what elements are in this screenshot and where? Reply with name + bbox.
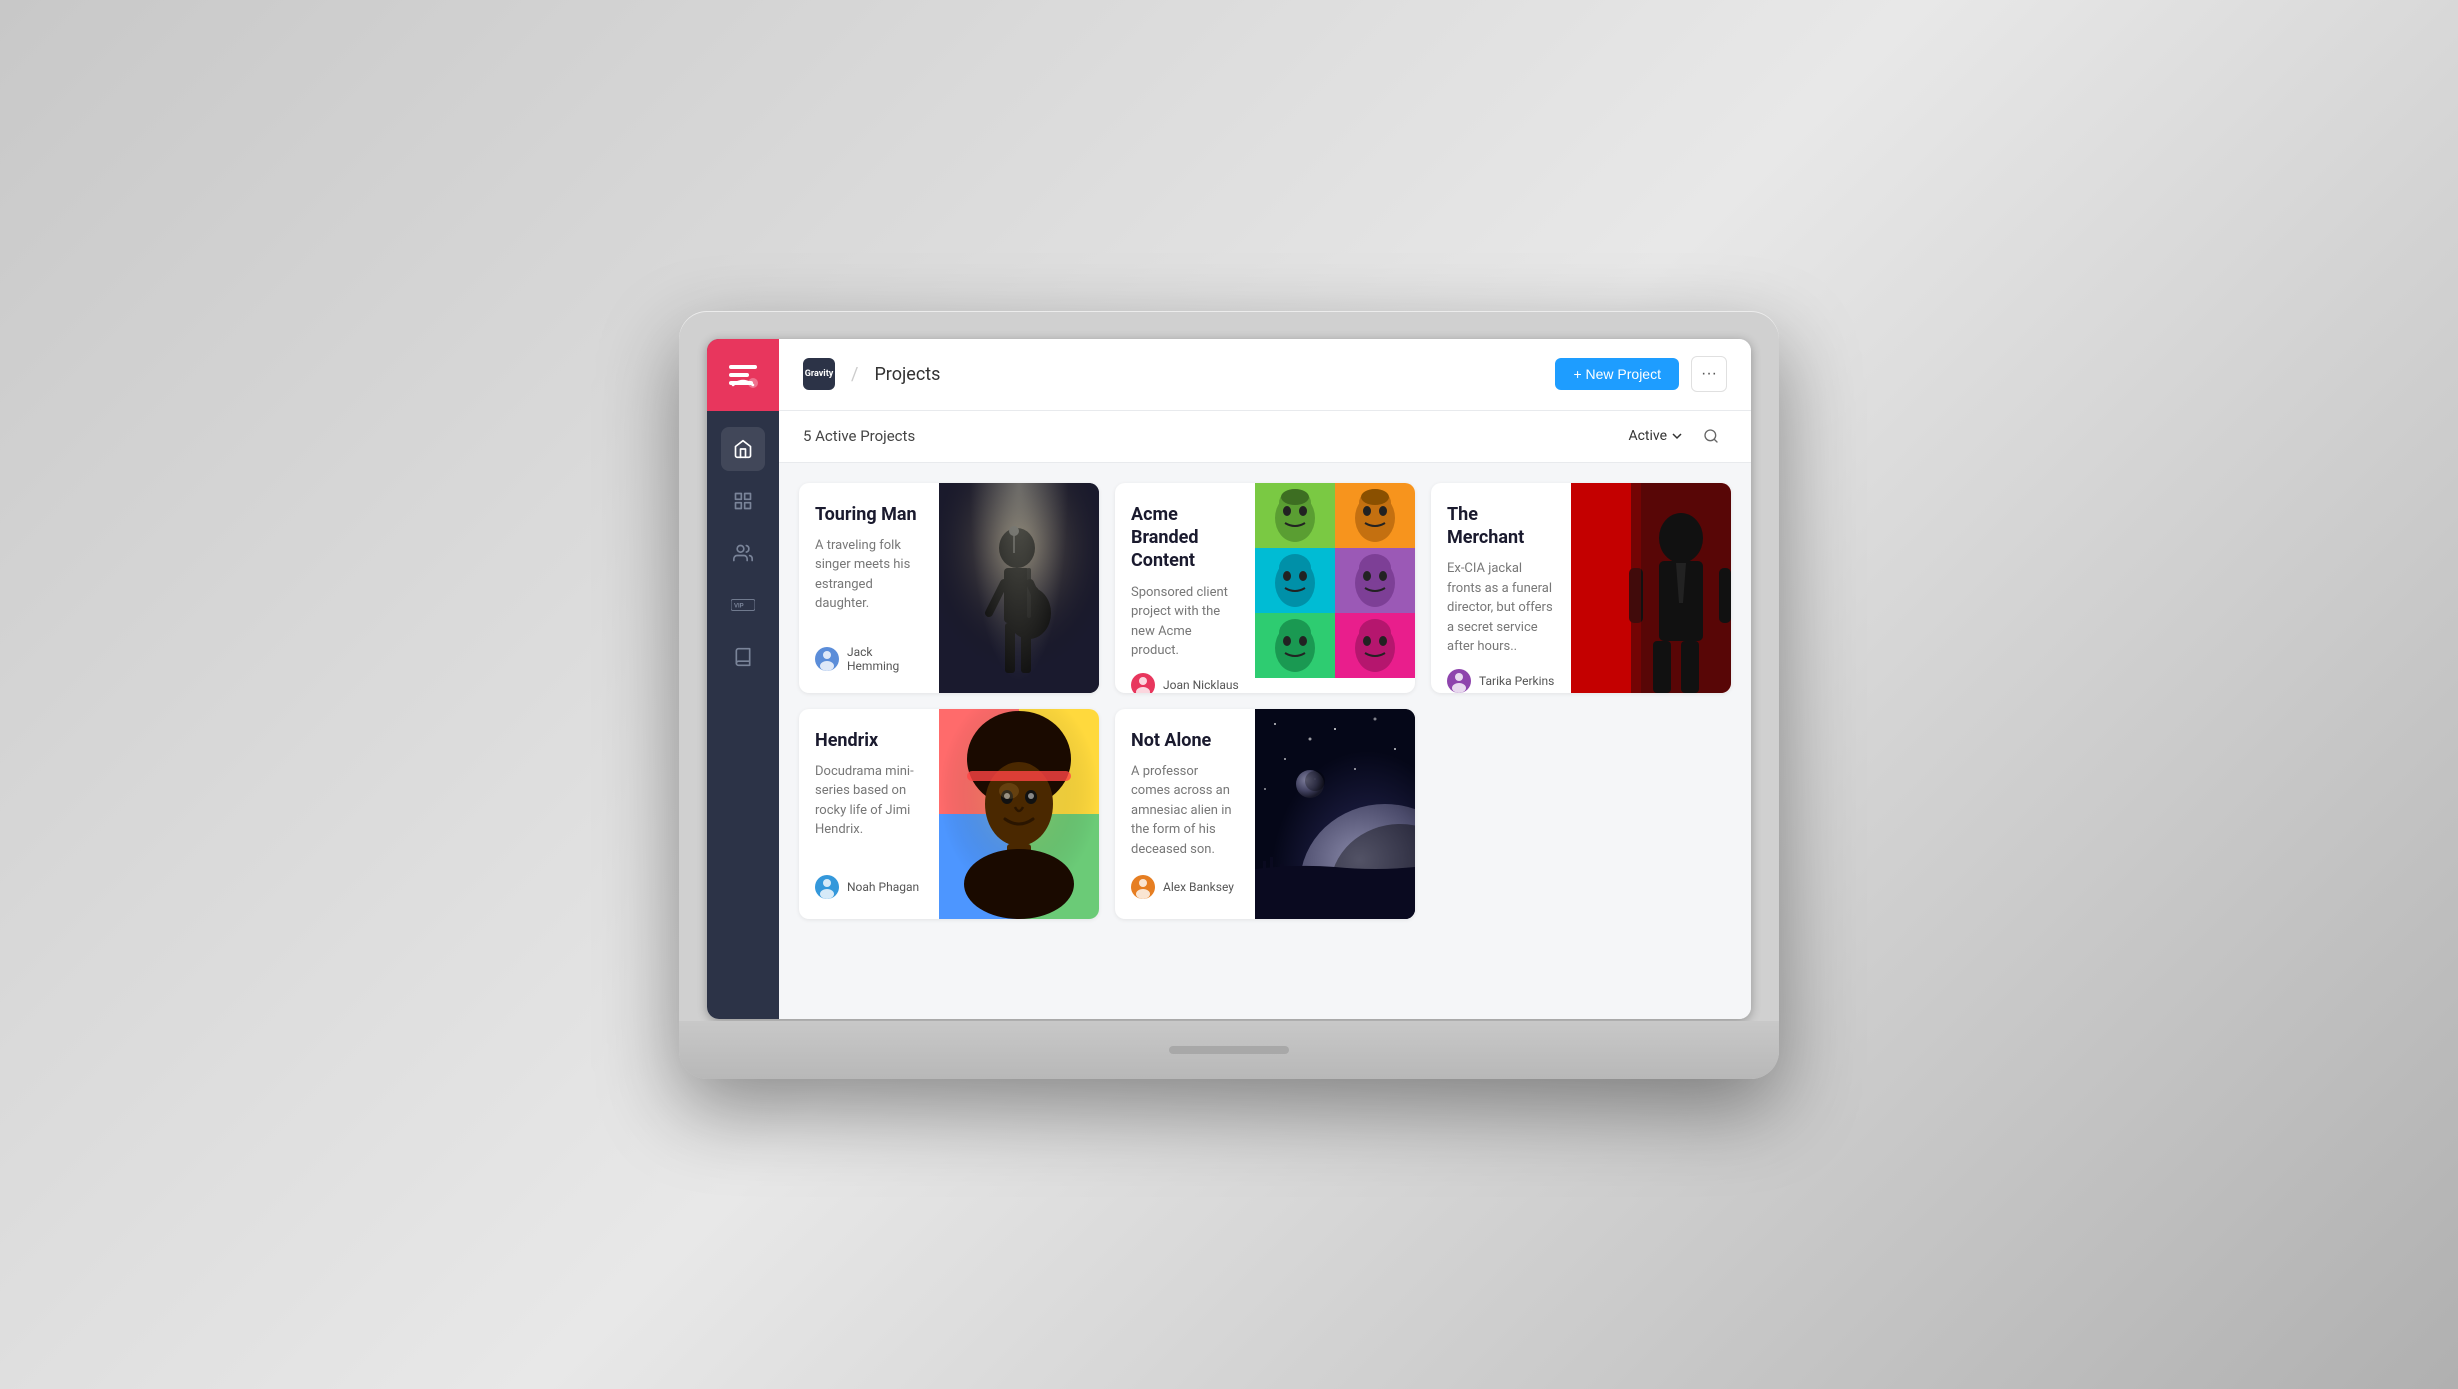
pop-art-face-2	[1343, 483, 1408, 548]
avatar-img	[1131, 673, 1155, 693]
laptop-screen: VIP Gravity	[707, 339, 1751, 1019]
project-title: Acme Branded Content	[1131, 503, 1239, 573]
project-owner: Joan Nicklaus	[1131, 673, 1239, 693]
project-image-acme	[1255, 483, 1415, 693]
gravity-badge-text: Gravity	[805, 369, 834, 379]
project-card-acme[interactable]: Acme Branded Content Sponsored client pr…	[1115, 483, 1415, 693]
owner-name: Alex Banksey	[1163, 880, 1234, 894]
app-container: VIP Gravity	[707, 339, 1751, 1019]
project-info: Hendrix Docudrama mini-series based on r…	[799, 709, 939, 919]
project-owner: Tarika Perkins	[1447, 669, 1555, 693]
project-info: Not Alone A professor comes across an am…	[1115, 709, 1255, 919]
project-info: Touring Man A traveling folk singer meet…	[799, 483, 939, 693]
pop-art-face-5	[1263, 613, 1328, 678]
header: Gravity / Projects + New Project ···	[779, 339, 1751, 411]
svg-text:VIP: VIP	[734, 603, 744, 609]
project-owner: Alex Banksey	[1131, 875, 1239, 899]
project-image-hendrix	[939, 709, 1099, 919]
projects-grid: Touring Man A traveling folk singer meet…	[799, 483, 1731, 919]
project-image-merchant	[1571, 483, 1731, 693]
subheader: 5 Active Projects Active	[779, 411, 1751, 463]
sidebar-logo	[707, 339, 779, 411]
merchant-svg	[1571, 483, 1731, 693]
new-project-button[interactable]: + New Project	[1555, 358, 1679, 390]
owner-name: Noah Phagan	[847, 880, 919, 894]
project-owner: Jack Hemming	[815, 645, 923, 673]
laptop-notch	[1169, 1046, 1289, 1054]
laptop-frame: VIP Gravity	[679, 311, 1779, 1079]
sidebar-item-book[interactable]	[721, 635, 765, 679]
project-title: The Merchant	[1447, 503, 1555, 550]
search-icon	[1703, 428, 1719, 444]
project-description: Sponsored client project with the new Ac…	[1131, 583, 1239, 661]
laptop-base	[679, 1021, 1779, 1079]
project-title: Hendrix	[815, 729, 923, 752]
project-description: A traveling folk singer meets his estran…	[815, 536, 923, 633]
project-card-merchant[interactable]: The Merchant Ex-CIA jackal fronts as a f…	[1431, 483, 1731, 693]
project-image-touring-man	[939, 483, 1099, 693]
acme-cell-2	[1335, 483, 1415, 548]
avatar-img	[815, 875, 839, 899]
acme-cell-6	[1335, 613, 1415, 678]
project-description: Docudrama mini-series based on rocky lif…	[815, 762, 923, 863]
pop-art-face-1	[1263, 483, 1328, 548]
avatar	[815, 647, 839, 671]
avatar	[1447, 669, 1471, 693]
acme-cell-3	[1255, 548, 1335, 613]
avatar	[1131, 673, 1155, 693]
sidebar-item-vip[interactable]: VIP	[721, 583, 765, 627]
avatar-img	[815, 647, 839, 671]
search-button[interactable]	[1695, 420, 1727, 452]
acme-cell-1	[1255, 483, 1335, 548]
project-title: Not Alone	[1131, 729, 1239, 752]
acme-cell-4	[1335, 548, 1415, 613]
filter-dropdown[interactable]: Active	[1628, 428, 1683, 444]
header-separator: /	[851, 364, 858, 385]
sidebar-nav: VIP	[707, 411, 779, 679]
pop-art-face-3	[1263, 548, 1328, 613]
projects-area: Touring Man A traveling folk singer meet…	[779, 463, 1751, 1019]
project-card-not-alone[interactable]: Not Alone A professor comes across an am…	[1115, 709, 1415, 919]
more-options-button[interactable]: ···	[1691, 356, 1727, 392]
owner-name: Tarika Perkins	[1479, 674, 1554, 688]
owner-name: Joan Nicklaus	[1163, 678, 1239, 692]
project-card-touring-man[interactable]: Touring Man A traveling folk singer meet…	[799, 483, 1099, 693]
gravity-badge: Gravity	[803, 358, 835, 390]
project-info: Acme Branded Content Sponsored client pr…	[1115, 483, 1255, 693]
sidebar-item-users[interactable]	[721, 531, 765, 575]
active-projects-count: 5 Active Projects	[803, 427, 1616, 445]
avatar-img	[1447, 669, 1471, 693]
project-title: Touring Man	[815, 503, 923, 526]
sidebar-item-grid[interactable]	[721, 479, 765, 523]
pop-art-face-6	[1343, 613, 1408, 678]
avatar	[815, 875, 839, 899]
project-card-hendrix[interactable]: Hendrix Docudrama mini-series based on r…	[799, 709, 1099, 919]
project-description: A professor comes across an amnesiac ali…	[1131, 762, 1239, 863]
project-owner: Noah Phagan	[815, 875, 923, 899]
header-title: Projects	[874, 364, 1543, 385]
main-area: Gravity / Projects + New Project ··· 5 A…	[779, 339, 1751, 1019]
avatar	[1131, 875, 1155, 899]
sidebar-item-home[interactable]	[721, 427, 765, 471]
pop-art-face-4	[1343, 548, 1408, 613]
project-description: Ex-CIA jackal fronts as a funeral direct…	[1447, 559, 1555, 657]
sidebar: VIP	[707, 339, 779, 1019]
project-image-not-alone	[1255, 709, 1415, 919]
project-info: The Merchant Ex-CIA jackal fronts as a f…	[1431, 483, 1571, 693]
chevron-down-icon	[1671, 430, 1683, 442]
not-alone-svg	[1255, 709, 1415, 919]
acme-cell-5	[1255, 613, 1335, 678]
hendrix-svg	[939, 709, 1099, 919]
avatar-img	[1131, 875, 1155, 899]
owner-name: Jack Hemming	[847, 645, 923, 673]
